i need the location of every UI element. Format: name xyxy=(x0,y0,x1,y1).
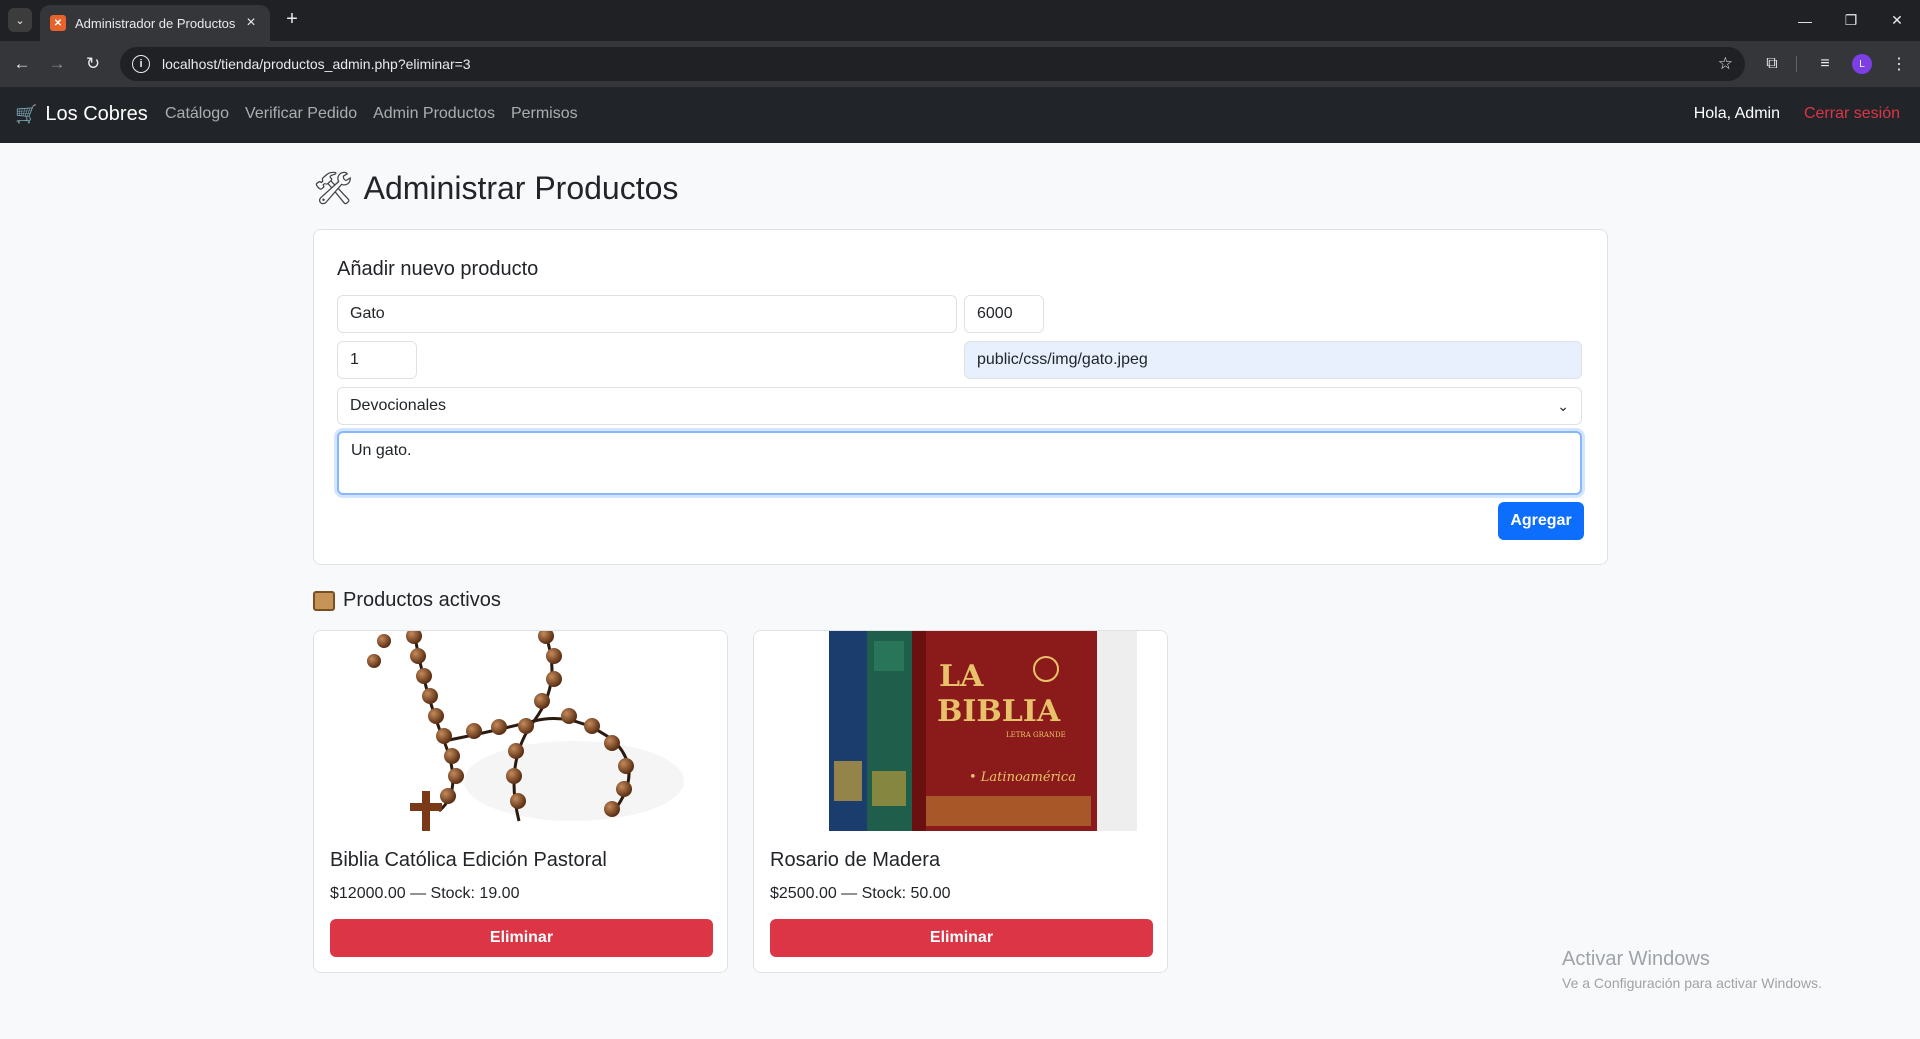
products-section-header: Productos activos xyxy=(313,589,501,612)
media-control-icon[interactable]: ≡ xyxy=(1814,53,1836,75)
page-title: Administrar Productos xyxy=(363,169,679,206)
reload-icon[interactable]: ↻ xyxy=(82,53,104,75)
minimize-icon[interactable]: — xyxy=(1782,0,1828,41)
watermark-subtitle: Ve a Configuración para activar Windows. xyxy=(1562,975,1822,991)
toolbar-divider xyxy=(1796,56,1797,72)
profile-avatar[interactable]: L xyxy=(1852,54,1872,74)
page-header: 🛠 Administrar Productos xyxy=(313,169,678,207)
product-card: LA BIBLIA LETRA GRANDE • Latinoamérica R… xyxy=(753,630,1168,973)
xampp-favicon-icon: ✕ xyxy=(50,15,66,31)
nav-link-catalogo[interactable]: Catálogo xyxy=(165,105,229,123)
nav-link-verificar-pedido[interactable]: Verificar Pedido xyxy=(245,105,357,123)
bookmark-star-icon[interactable]: ☆ xyxy=(1718,54,1733,74)
nav-links: Catálogo Verificar Pedido Admin Producto… xyxy=(165,105,594,123)
category-select[interactable]: Devocionales ⌄ xyxy=(337,387,1582,425)
product-card: Biblia Católica Edición Pastoral $12000.… xyxy=(313,630,728,973)
restore-icon[interactable]: ❐ xyxy=(1828,0,1874,41)
tools-icon: 🛠 xyxy=(313,170,354,206)
product-price-input[interactable]: 6000 xyxy=(964,295,1044,333)
product-name: Rosario de Madera xyxy=(770,849,941,871)
nav-link-admin-productos[interactable]: Admin Productos xyxy=(373,105,495,123)
brand-link[interactable]: 🛒 Los Cobres xyxy=(15,103,148,126)
nav-link-permisos[interactable]: Permisos xyxy=(511,105,578,123)
browser-tab[interactable]: ✕ Administrador de Productos × xyxy=(40,5,270,41)
delete-product-button[interactable]: Eliminar xyxy=(330,919,713,957)
bible-cover-title-1: LA xyxy=(939,659,984,694)
bible-cover-title-2: BIBLIA xyxy=(937,694,1061,729)
package-icon xyxy=(313,590,335,611)
site-info-icon[interactable]: i xyxy=(132,55,150,73)
form-title: Añadir nuevo producto xyxy=(337,258,539,280)
product-price-stock: $12000.00 — Stock: 19.00 xyxy=(330,885,520,902)
new-tab-icon[interactable]: + xyxy=(280,8,304,31)
product-name: Biblia Católica Edición Pastoral xyxy=(330,849,607,871)
browser-toolbar: ← → ↻ i localhost/tienda/productos_admin… xyxy=(0,41,1920,87)
bible-cover-subtitle: LETRA GRANDE xyxy=(1006,731,1066,739)
tab-title: Administrador de Productos xyxy=(75,15,236,31)
greeting-text: Hola, Admin xyxy=(1693,105,1780,122)
back-icon[interactable]: ← xyxy=(11,53,33,75)
site-navbar: 🛒 Los Cobres Catálogo Verificar Pedido A… xyxy=(0,87,1920,143)
add-product-card: Añadir nuevo producto Gato 6000 1 public… xyxy=(313,229,1608,565)
url-text[interactable]: localhost/tienda/productos_admin.php?eli… xyxy=(162,56,1718,72)
product-image-rosary xyxy=(314,631,727,831)
product-stock-input[interactable]: 1 xyxy=(337,341,417,379)
product-name-input[interactable]: Gato xyxy=(337,295,957,333)
brand-name: Los Cobres xyxy=(45,103,148,125)
browser-tab-bar: ⌄ ✕ Administrador de Productos × + — ❐ ✕ xyxy=(0,0,1920,41)
tab-close-icon[interactable]: × xyxy=(242,14,260,32)
window-controls: — ❐ ✕ xyxy=(1782,0,1920,41)
add-product-button[interactable]: Agregar xyxy=(1498,502,1584,540)
logout-link[interactable]: Cerrar sesión xyxy=(1804,105,1900,123)
watermark-title: Activar Windows xyxy=(1562,948,1710,970)
category-selected-value: Devocionales xyxy=(350,397,447,414)
chevron-down-icon: ⌄ xyxy=(1557,397,1569,414)
products-section-title: Productos activos xyxy=(343,589,501,611)
nav-user-area: Hola, Admin Cerrar sesión xyxy=(1694,105,1900,123)
bible-cover-edition: • Latinoamérica xyxy=(969,770,1076,785)
forward-icon[interactable]: → xyxy=(46,53,68,75)
windows-activation-watermark: Activar Windows Ve a Configuración para … xyxy=(1562,948,1822,991)
browser-menu-icon[interactable]: ⋮ xyxy=(1888,53,1910,75)
tab-search-icon[interactable]: ⌄ xyxy=(8,8,32,32)
extensions-icon[interactable]: ⧉ xyxy=(1761,53,1783,75)
delete-product-button[interactable]: Eliminar xyxy=(770,919,1153,957)
product-image-input[interactable]: public/css/img/gato.jpeg xyxy=(964,341,1582,379)
close-window-icon[interactable]: ✕ xyxy=(1874,0,1920,41)
cart-icon: 🛒 xyxy=(15,104,38,124)
product-price-stock: $2500.00 — Stock: 50.00 xyxy=(770,885,951,902)
description-textarea[interactable]: Un gato. xyxy=(337,431,1582,495)
address-bar[interactable]: i localhost/tienda/productos_admin.php?e… xyxy=(120,47,1745,81)
product-image-bible: LA BIBLIA LETRA GRANDE • Latinoamérica xyxy=(754,631,1167,831)
